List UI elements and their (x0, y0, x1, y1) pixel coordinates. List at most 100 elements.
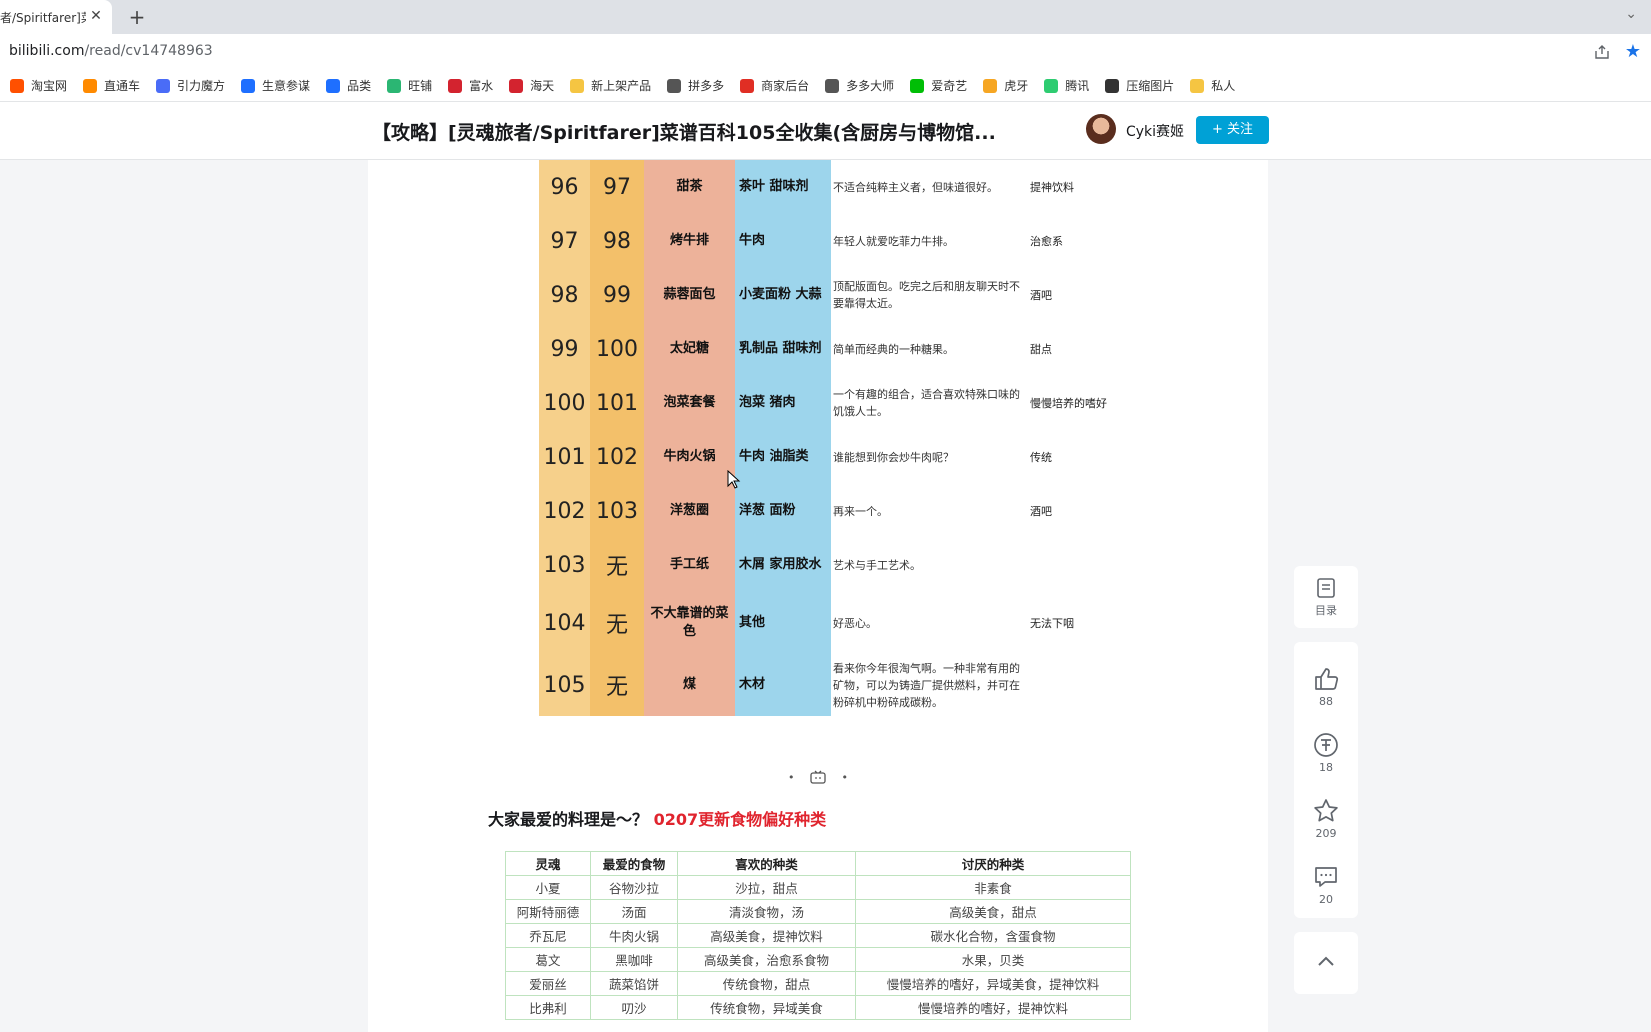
bookmark-favicon-icon (983, 78, 998, 93)
bookmark-item[interactable]: 多多大师 (825, 77, 894, 94)
table-cell: 慢慢培养的嗜好，异域美食，提神饮料 (855, 971, 1131, 996)
bookmark-favicon-icon (156, 78, 171, 93)
recipe-number: 101 (539, 430, 590, 484)
bookmark-favicon-icon (1105, 78, 1120, 93)
toc-label: 目录 (1315, 603, 1337, 617)
bookmark-label: 多多大师 (846, 79, 895, 93)
bookmark-favicon-icon (910, 78, 925, 93)
bookmark-item[interactable]: 生意参谋 (241, 77, 310, 94)
recipe-description: 再来一个。 (833, 504, 888, 518)
follow-button[interactable]: + 关注 (1196, 116, 1269, 144)
recipe-number: 98 (539, 268, 590, 322)
bookmark-item[interactable]: 商家后台 (740, 77, 809, 94)
author-avatar[interactable] (1086, 114, 1116, 144)
toc-button[interactable]: 目录 (1294, 566, 1358, 628)
recipe-category: 提神饮料 (1030, 180, 1074, 194)
unlock-number: 100 (590, 322, 644, 376)
bookmark-label: 引力魔方 (177, 79, 226, 93)
bookmark-label: 海天 (530, 79, 555, 93)
table-row: 乔瓦尼 牛肉火锅 高级美食，提神饮料 碳水化合物，含蛋食物 (505, 923, 1131, 948)
bookmark-favicon-icon (1190, 78, 1205, 93)
recipe-category: 慢慢培养的嗜好 (1030, 396, 1107, 410)
recipe-row: 101 102 牛肉火锅 牛肉 油脂类 谁能想到你会炒牛肉呢？ 传统 (539, 430, 1099, 484)
table-cell: 高级美食，治愈系食物 (677, 947, 856, 972)
recipe-number: 102 (539, 484, 590, 538)
bookmark-item[interactable]: 海天 (509, 77, 554, 94)
back-to-top-button[interactable] (1294, 932, 1358, 994)
new-tab-icon[interactable]: + (126, 6, 148, 28)
recipe-ingredients: 牛肉 油脂类 (735, 430, 831, 484)
table-cell: 比弗利 (505, 995, 591, 1020)
recipe-ingredients: 洋葱 面粉 (735, 484, 831, 538)
unlock-number: 103 (590, 484, 644, 538)
like-button[interactable]: 88 (1294, 654, 1358, 720)
recipe-name: 煤 (644, 654, 735, 716)
recipe-name: 不大靠谱的菜色 (644, 592, 735, 654)
bookmark-favicon-icon (326, 78, 341, 93)
comment-icon (1315, 867, 1337, 887)
bilibili-tv-icon (810, 770, 826, 784)
toc-icon (1317, 577, 1335, 598)
column-header: 最爱的食物 (590, 851, 678, 876)
bookmark-item[interactable]: 私人 (1190, 77, 1235, 94)
table-row: 小夏 谷物沙拉 沙拉，甜点 非素食 (505, 875, 1131, 900)
recipe-ingredients: 泡菜 猪肉 (735, 376, 831, 430)
recipe-description: 简单而经典的一种糖果。 (833, 342, 954, 356)
browser-tab[interactable]: 者/Spiritfarer]菜 ✕ (0, 0, 112, 34)
table-cell: 慢慢培养的嗜好，提神饮料 (855, 995, 1131, 1020)
bookmark-item[interactable]: 引力魔方 (156, 77, 225, 94)
bookmark-favicon-icon (387, 78, 402, 93)
bookmark-favicon-icon (825, 78, 840, 93)
author-name[interactable]: Cyki赛姬 (1126, 121, 1184, 141)
article-sidebar: 目录 88 18 209 20 (1294, 566, 1358, 994)
bookmark-item[interactable]: 直通车 (83, 77, 140, 94)
bookmark-item[interactable]: 爱奇艺 (910, 77, 967, 94)
bookmarks-bar: 淘宝网 直通车 引力魔方 生意参谋 品类 旺铺 富水 海天 新上架产品 拼多多 商家后台 多多大师 爱奇… (0, 70, 1651, 102)
bookmark-star-icon[interactable]: ★ (1625, 41, 1641, 62)
coin-button[interactable]: 18 (1294, 720, 1358, 786)
recipe-description: 好恶心。 (833, 616, 877, 630)
bookmark-item[interactable]: 淘宝网 (10, 77, 67, 94)
address-bar[interactable]: bilibili.com/read/cv14748963 ★ (0, 34, 1651, 70)
recipe-row: 104 无不大靠谱的菜色 其他 好恶心。 无法下咽 (539, 592, 1099, 654)
bookmark-item[interactable]: 压缩图片 (1105, 77, 1174, 94)
recipe-ingredients: 木材 (735, 654, 831, 716)
tab-search-chevron-icon[interactable]: ⌄ (1625, 6, 1637, 22)
recipe-row: 98 99 蒜蓉面包 小麦面粉 大蒜 顶配版面包。吃完之后和朋友聊天时不要靠得太近。 酒吧 (539, 268, 1099, 322)
mouse-cursor-icon (727, 470, 741, 489)
table-cell: 沙拉，甜点 (677, 875, 856, 900)
section-divider: • • (788, 770, 848, 784)
url-text[interactable]: bilibili.com/read/cv14748963 (9, 43, 213, 59)
unlock-number: 99 (590, 268, 644, 322)
like-count: 88 (1319, 695, 1333, 708)
table-cell: 水果，贝类 (855, 947, 1131, 972)
unlock-number: 101 (590, 376, 644, 430)
table-cell: 爱丽丝 (505, 971, 591, 996)
favorite-button[interactable]: 209 (1294, 786, 1358, 852)
table-cell: 黑咖啡 (590, 947, 678, 972)
recipe-row: 105 无煤木材 看来你今年很淘气啊。一种非常有用的矿物，可以为铸造厂提供燃料，并可… (539, 654, 1099, 716)
comment-button[interactable]: 20 (1294, 852, 1358, 918)
table-cell: 传统食物，异域美食 (677, 995, 856, 1020)
share-icon[interactable] (1593, 43, 1611, 61)
bookmark-item[interactable]: 拼多多 (667, 77, 724, 94)
recipe-ingredients: 乳制品 甜味剂 (735, 322, 831, 376)
bookmark-item[interactable]: 虎牙 (983, 77, 1028, 94)
bookmark-label: 腾讯 (1065, 79, 1090, 93)
recipe-description: 年轻人就爱吃菲力牛排。 (833, 234, 954, 248)
table-cell: 汤面 (590, 899, 678, 924)
recipe-category: 传统 (1030, 450, 1052, 464)
recipe-category: 无法下咽 (1030, 616, 1074, 630)
section-heading: 大家最爱的料理是～？ 0207更新食物偏好种类 (488, 810, 827, 829)
recipe-row: 102 103 洋葱圈 洋葱 面粉 再来一个。 酒吧 (539, 484, 1099, 538)
recipe-ingredients: 牛肉 (735, 214, 831, 268)
bookmark-item[interactable]: 品类 (326, 77, 371, 94)
bookmark-label: 富水 (469, 79, 494, 93)
close-tab-icon[interactable]: ✕ (88, 8, 104, 24)
bookmark-item[interactable]: 旺铺 (387, 77, 432, 94)
bookmark-item[interactable]: 新上架产品 (570, 77, 651, 94)
bookmark-item[interactable]: 腾讯 (1044, 77, 1089, 94)
recipe-number: 100 (539, 376, 590, 430)
bookmark-item[interactable]: 富水 (448, 77, 493, 94)
recipe-name: 泡菜套餐 (644, 376, 735, 430)
